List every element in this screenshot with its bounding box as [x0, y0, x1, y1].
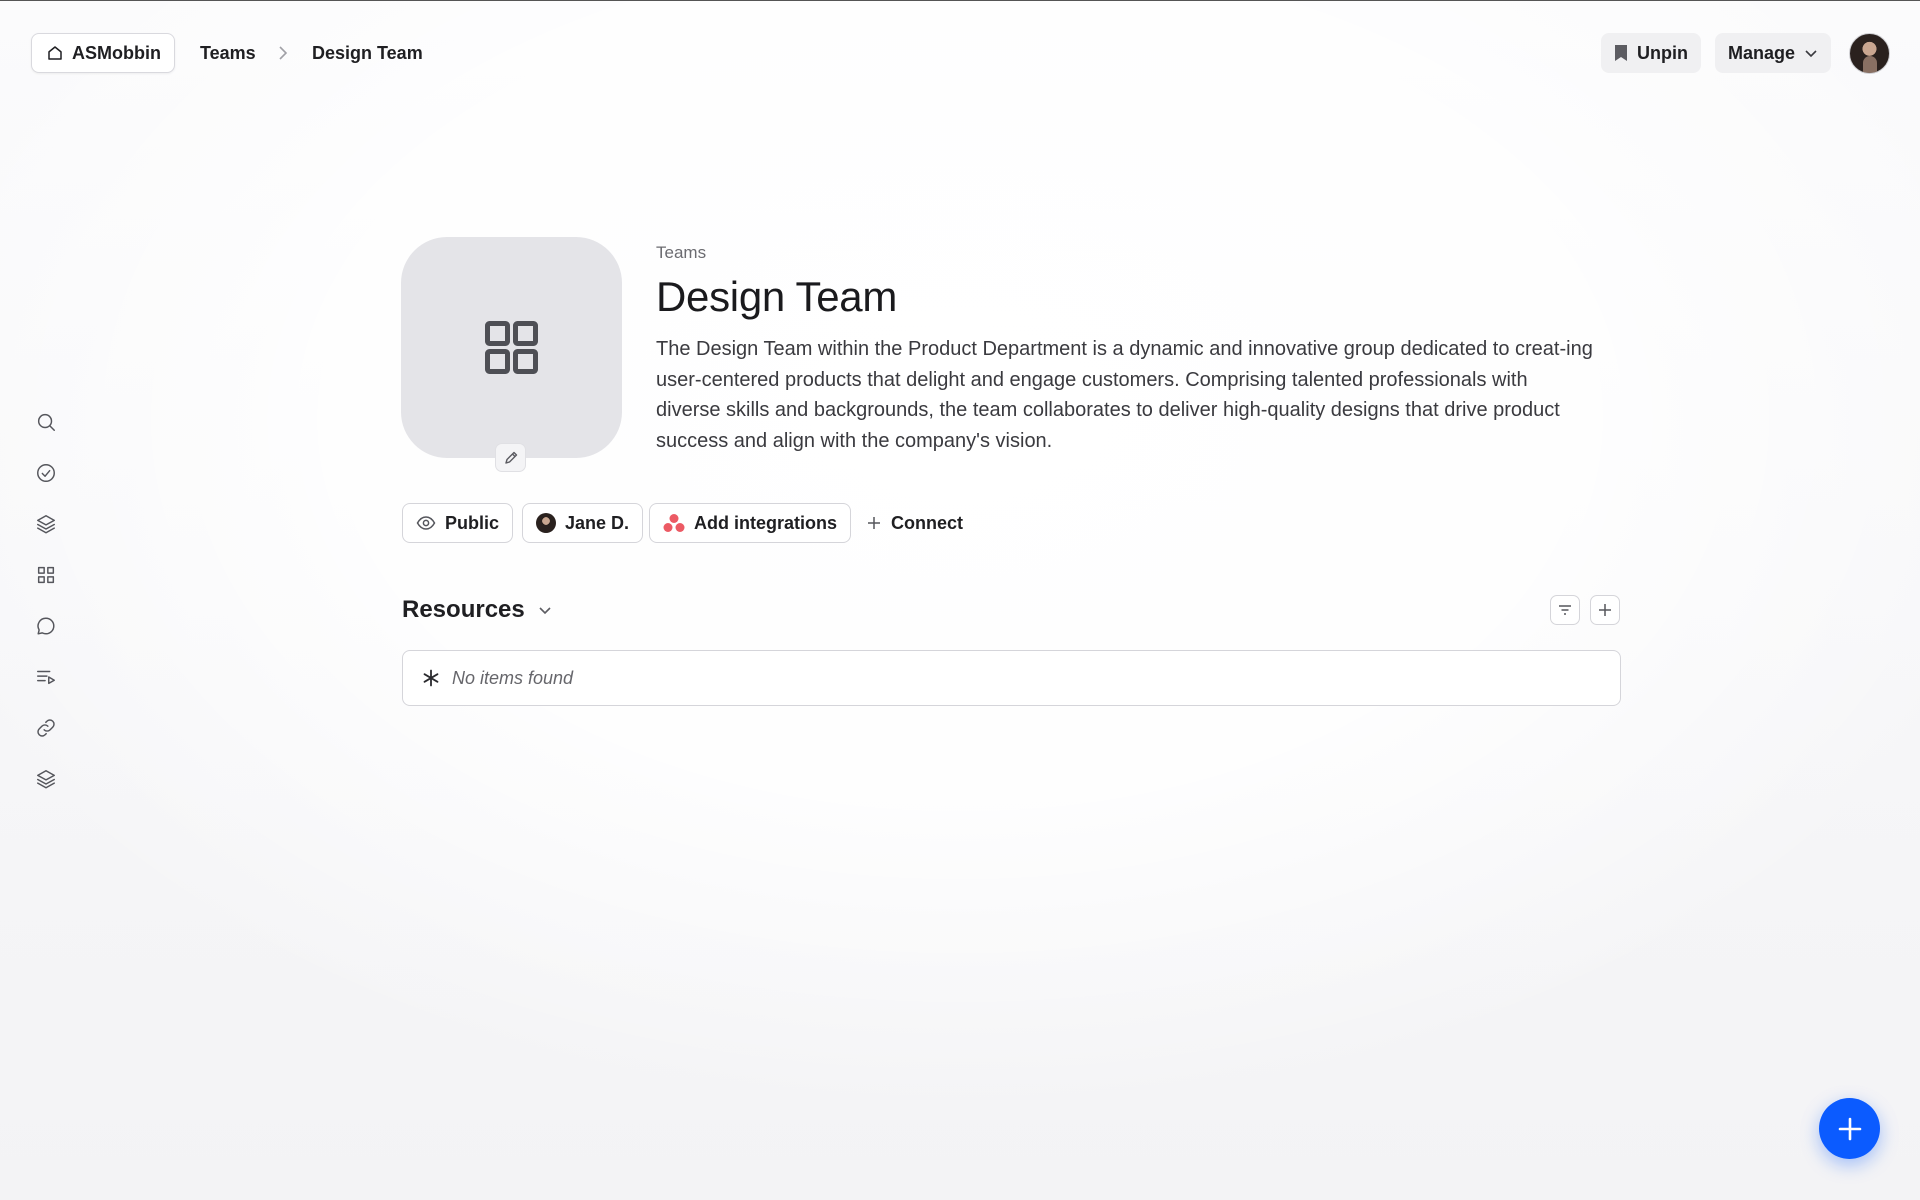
filter-icon	[1559, 605, 1571, 615]
playlist-icon	[37, 670, 55, 685]
resources-filter-button[interactable]	[1550, 595, 1580, 625]
visibility-chip[interactable]: Public	[402, 503, 514, 543]
plus-icon	[868, 517, 880, 529]
asterisk-icon	[423, 669, 439, 687]
check-circle-icon	[37, 464, 55, 482]
breadcrumb-design-team[interactable]: Design Team	[312, 43, 423, 63]
sidebar-apps[interactable]	[30, 559, 62, 591]
chevron-down-icon	[1805, 50, 1817, 58]
owner-label: Jane D.	[565, 512, 630, 533]
chevron-down-icon	[539, 607, 551, 615]
resources-title: Resources	[402, 596, 525, 623]
plus-icon	[1838, 1117, 1861, 1140]
team-avatar[interactable]	[401, 237, 622, 458]
connect-button[interactable]: Connect	[866, 503, 963, 543]
manage-label: Manage	[1728, 42, 1796, 63]
search-icon	[37, 413, 55, 431]
owner-avatar	[536, 513, 556, 533]
edit-avatar-button[interactable]	[495, 443, 526, 472]
eye-icon	[416, 516, 436, 530]
stack-icon	[37, 770, 55, 789]
resources-toggle[interactable]: Resources	[402, 592, 553, 628]
home-icon	[48, 46, 62, 60]
user-avatar[interactable]	[1849, 33, 1890, 74]
manage-dropdown[interactable]: Manage	[1715, 33, 1832, 73]
integrations-label: Add integrations	[694, 512, 837, 533]
empty-state-text: No items found	[452, 667, 574, 688]
bookmark-icon	[1615, 45, 1627, 61]
sidebar-search[interactable]	[30, 406, 62, 438]
unpin-button[interactable]: Unpin	[1601, 33, 1701, 73]
resources-add-button[interactable]	[1590, 595, 1620, 625]
page-title: Design Team	[656, 273, 898, 320]
resources-empty-state: No items found	[402, 650, 1621, 706]
owner-chip[interactable]: Jane D.	[522, 503, 644, 543]
unpin-label: Unpin	[1637, 42, 1688, 63]
sidebar-tasks[interactable]	[30, 457, 62, 489]
integrations-icon	[663, 514, 685, 532]
chevron-right-icon	[279, 46, 288, 60]
add-integrations-button[interactable]: Add integrations	[649, 503, 851, 543]
create-fab-button[interactable]	[1819, 1098, 1880, 1159]
top-bar: ASMobbin Teams Design Team Unpin Manage	[0, 0, 1920, 106]
connect-label: Connect	[891, 512, 963, 533]
sidebar-messages[interactable]	[30, 610, 62, 642]
chat-icon	[37, 617, 55, 635]
layers-icon	[37, 515, 55, 534]
grid-icon	[37, 566, 55, 584]
team-category: Teams	[656, 243, 707, 262]
home-label: ASMobbin	[72, 42, 161, 63]
plus-icon	[1599, 604, 1611, 616]
sidebar-playlists[interactable]	[30, 661, 62, 693]
visibility-label: Public	[445, 512, 500, 533]
team-description: The Design Team within the Product Depar…	[656, 338, 1593, 452]
pencil-icon	[504, 451, 517, 464]
link-icon	[37, 719, 55, 737]
team-grid-icon	[485, 321, 538, 374]
home-button[interactable]: ASMobbin	[31, 33, 175, 73]
sidebar-stack[interactable]	[30, 763, 62, 795]
sidebar-layers[interactable]	[30, 508, 62, 540]
breadcrumb-teams[interactable]: Teams	[200, 43, 256, 63]
sidebar-links[interactable]	[30, 712, 62, 744]
